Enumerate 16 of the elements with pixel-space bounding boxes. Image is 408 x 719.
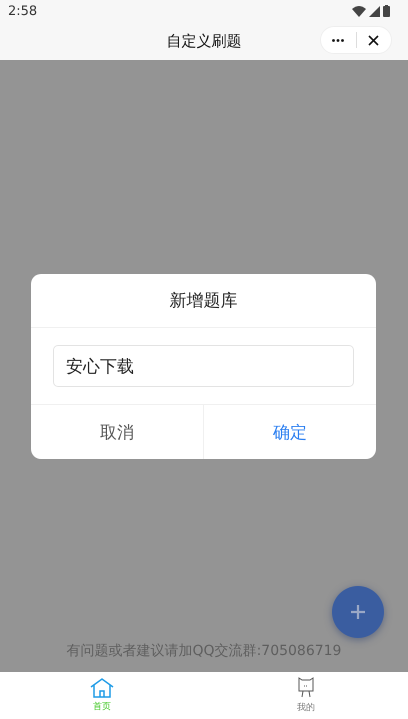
cat-face-icon bbox=[297, 677, 315, 699]
tab[interactable]: 我的 bbox=[204, 672, 408, 719]
status-time: 2:58 bbox=[8, 4, 38, 18]
battery-icon bbox=[383, 5, 390, 17]
wifi-icon bbox=[352, 6, 366, 16]
cancel-button[interactable]: 取消 bbox=[31, 405, 203, 459]
home-icon bbox=[90, 678, 114, 698]
add-button[interactable] bbox=[332, 586, 384, 638]
signal-icon bbox=[369, 6, 380, 16]
plus-icon bbox=[350, 604, 366, 620]
confirm-button[interactable]: 确定 bbox=[203, 405, 376, 459]
page-title: 自定义刷题 bbox=[166, 32, 242, 50]
more-icon bbox=[332, 38, 344, 42]
input-field[interactable]: 安心下载 bbox=[53, 345, 354, 387]
dialog-title: 新增题库 bbox=[31, 274, 376, 328]
close-icon bbox=[368, 34, 380, 46]
